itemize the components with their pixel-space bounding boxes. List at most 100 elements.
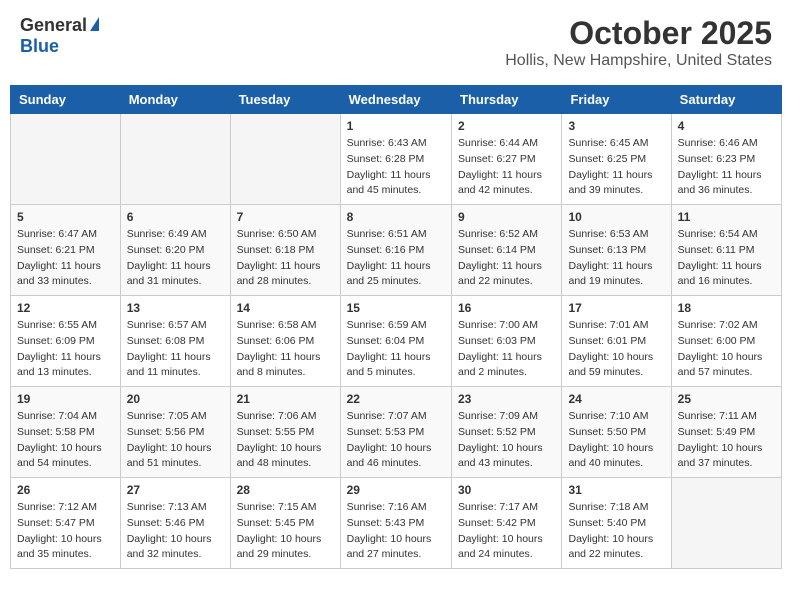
calendar-day-cell: 26Sunrise: 7:12 AM Sunset: 5:47 PM Dayli… <box>11 478 121 569</box>
day-info: Sunrise: 7:13 AM Sunset: 5:46 PM Dayligh… <box>127 500 224 563</box>
calendar-day-cell: 27 Sunrise: 7:13 AM Sunset: 5:46 PM Dayli… <box>120 478 230 569</box>
day-info: Sunrise: 6:54 AM Sunset: 6:11 PM Dayligh… <box>678 227 775 290</box>
calendar-day-cell: 21 Sunrise: 7:06 AM Sunset: 5:55 PM Dayli… <box>230 387 340 478</box>
day-number: 26 <box>17 483 114 497</box>
day-number: 4 <box>678 119 775 133</box>
day-number: 18 <box>678 301 775 315</box>
calendar-header-row: SundayMondayTuesdayWednesdayThursdayFrid… <box>11 86 782 114</box>
page-header: General Blue October 2025 Hollis, New Ha… <box>10 10 782 75</box>
weekday-header-wednesday: Wednesday <box>340 86 451 114</box>
weekday-header-tuesday: Tuesday <box>230 86 340 114</box>
calendar-day-cell: 12 Sunrise: 6:55 AM Sunset: 6:09 PM Dayli… <box>11 296 121 387</box>
day-info: Sunrise: 6:44 AM Sunset: 6:27 PM Dayligh… <box>458 136 555 199</box>
calendar-day-cell: 15 Sunrise: 6:59 AM Sunset: 6:04 PM Dayli… <box>340 296 451 387</box>
day-number: 25 <box>678 392 775 406</box>
calendar-day-cell <box>11 114 121 205</box>
calendar-day-cell: 20 Sunrise: 7:05 AM Sunset: 5:56 PM Dayli… <box>120 387 230 478</box>
day-info: Sunrise: 6:53 AM Sunset: 6:13 PM Dayligh… <box>568 227 664 290</box>
calendar-day-cell: 5 Sunrise: 6:47 AM Sunset: 6:21 PM Daylig… <box>11 205 121 296</box>
calendar-day-cell: 29Sunrise: 7:16 AM Sunset: 5:43 PM Dayli… <box>340 478 451 569</box>
day-info: Sunrise: 6:49 AM Sunset: 6:20 PM Dayligh… <box>127 227 224 290</box>
day-info: Sunrise: 6:55 AM Sunset: 6:09 PM Dayligh… <box>17 318 114 381</box>
day-info: Sunrise: 6:58 AM Sunset: 6:06 PM Dayligh… <box>237 318 334 381</box>
calendar-day-cell: 3 Sunrise: 6:45 AM Sunset: 6:25 PM Daylig… <box>562 114 671 205</box>
day-number: 5 <box>17 210 114 224</box>
day-info: Sunrise: 6:50 AM Sunset: 6:18 PM Dayligh… <box>237 227 334 290</box>
day-number: 11 <box>678 210 775 224</box>
weekday-header-friday: Friday <box>562 86 671 114</box>
day-info: Sunrise: 7:01 AM Sunset: 6:01 PM Dayligh… <box>568 318 664 381</box>
title-area: October 2025 Hollis, New Hampshire, Unit… <box>505 15 772 70</box>
weekday-header-saturday: Saturday <box>671 86 781 114</box>
calendar-day-cell: 10 Sunrise: 6:53 AM Sunset: 6:13 PM Dayli… <box>562 205 671 296</box>
day-number: 15 <box>347 301 445 315</box>
day-info: Sunrise: 7:11 AM Sunset: 5:49 PM Dayligh… <box>678 409 775 472</box>
calendar-day-cell: 7 Sunrise: 6:50 AM Sunset: 6:18 PM Daylig… <box>230 205 340 296</box>
weekday-header-thursday: Thursday <box>452 86 562 114</box>
day-info: Sunrise: 7:02 AM Sunset: 6:00 PM Dayligh… <box>678 318 775 381</box>
calendar-day-cell <box>120 114 230 205</box>
day-info: Sunrise: 6:52 AM Sunset: 6:14 PM Dayligh… <box>458 227 555 290</box>
day-number: 13 <box>127 301 224 315</box>
day-number: 24 <box>568 392 664 406</box>
day-info: Sunrise: 7:00 AM Sunset: 6:03 PM Dayligh… <box>458 318 555 381</box>
weekday-header-sunday: Sunday <box>11 86 121 114</box>
calendar-day-cell: 13 Sunrise: 6:57 AM Sunset: 6:08 PM Dayli… <box>120 296 230 387</box>
calendar-week-row: 26Sunrise: 7:12 AM Sunset: 5:47 PM Dayli… <box>11 478 782 569</box>
day-info: Sunrise: 6:57 AM Sunset: 6:08 PM Dayligh… <box>127 318 224 381</box>
day-info: Sunrise: 7:10 AM Sunset: 5:50 PM Dayligh… <box>568 409 664 472</box>
day-info: Sunrise: 6:47 AM Sunset: 6:21 PM Dayligh… <box>17 227 114 290</box>
day-info: Sunrise: 7:05 AM Sunset: 5:56 PM Dayligh… <box>127 409 224 472</box>
day-number: 10 <box>568 210 664 224</box>
month-title: October 2025 <box>505 15 772 52</box>
calendar-day-cell: 16 Sunrise: 7:00 AM Sunset: 6:03 PM Dayli… <box>452 296 562 387</box>
logo-triangle-icon <box>90 17 99 31</box>
day-number: 20 <box>127 392 224 406</box>
logo-general-text: General <box>20 15 87 36</box>
calendar-day-cell <box>230 114 340 205</box>
day-number: 22 <box>347 392 445 406</box>
calendar-day-cell: 9 Sunrise: 6:52 AM Sunset: 6:14 PM Daylig… <box>452 205 562 296</box>
logo-blue-text: Blue <box>20 36 59 56</box>
calendar-week-row: 1 Sunrise: 6:43 AM Sunset: 6:28 PM Daylig… <box>11 114 782 205</box>
day-number: 2 <box>458 119 555 133</box>
day-number: 1 <box>347 119 445 133</box>
day-number: 23 <box>458 392 555 406</box>
calendar-day-cell: 11 Sunrise: 6:54 AM Sunset: 6:11 PM Dayli… <box>671 205 781 296</box>
calendar-day-cell <box>671 478 781 569</box>
day-number: 16 <box>458 301 555 315</box>
day-number: 7 <box>237 210 334 224</box>
day-info: Sunrise: 7:04 AM Sunset: 5:58 PM Dayligh… <box>17 409 114 472</box>
day-info: Sunrise: 6:51 AM Sunset: 6:16 PM Dayligh… <box>347 227 445 290</box>
day-number: 29 <box>347 483 445 497</box>
calendar-day-cell: 28 Sunrise: 7:15 AM Sunset: 5:45 PM Dayli… <box>230 478 340 569</box>
calendar-day-cell: 8 Sunrise: 6:51 AM Sunset: 6:16 PM Daylig… <box>340 205 451 296</box>
day-info: Sunrise: 7:15 AM Sunset: 5:45 PM Dayligh… <box>237 500 334 563</box>
day-info: Sunrise: 6:59 AM Sunset: 6:04 PM Dayligh… <box>347 318 445 381</box>
calendar-day-cell: 23 Sunrise: 7:09 AM Sunset: 5:52 PM Dayli… <box>452 387 562 478</box>
logo: General Blue <box>20 15 99 57</box>
calendar-day-cell: 19Sunrise: 7:04 AM Sunset: 5:58 PM Dayli… <box>11 387 121 478</box>
calendar-day-cell: 31Sunrise: 7:18 AM Sunset: 5:40 PM Dayli… <box>562 478 671 569</box>
day-number: 9 <box>458 210 555 224</box>
day-info: Sunrise: 6:43 AM Sunset: 6:28 PM Dayligh… <box>347 136 445 199</box>
day-number: 30 <box>458 483 555 497</box>
calendar-day-cell: 6Sunrise: 6:49 AM Sunset: 6:20 PM Daylig… <box>120 205 230 296</box>
day-number: 8 <box>347 210 445 224</box>
day-info: Sunrise: 7:06 AM Sunset: 5:55 PM Dayligh… <box>237 409 334 472</box>
calendar-day-cell: 14Sunrise: 6:58 AM Sunset: 6:06 PM Dayli… <box>230 296 340 387</box>
calendar-day-cell: 2 Sunrise: 6:44 AM Sunset: 6:27 PM Daylig… <box>452 114 562 205</box>
calendar-day-cell: 1 Sunrise: 6:43 AM Sunset: 6:28 PM Daylig… <box>340 114 451 205</box>
day-number: 3 <box>568 119 664 133</box>
day-info: Sunrise: 6:46 AM Sunset: 6:23 PM Dayligh… <box>678 136 775 199</box>
day-info: Sunrise: 6:45 AM Sunset: 6:25 PM Dayligh… <box>568 136 664 199</box>
day-number: 27 <box>127 483 224 497</box>
day-number: 12 <box>17 301 114 315</box>
day-info: Sunrise: 7:09 AM Sunset: 5:52 PM Dayligh… <box>458 409 555 472</box>
calendar-day-cell: 24 Sunrise: 7:10 AM Sunset: 5:50 PM Dayli… <box>562 387 671 478</box>
day-number: 21 <box>237 392 334 406</box>
day-number: 28 <box>237 483 334 497</box>
calendar-day-cell: 17Sunrise: 7:01 AM Sunset: 6:01 PM Dayli… <box>562 296 671 387</box>
calendar-week-row: 5 Sunrise: 6:47 AM Sunset: 6:21 PM Daylig… <box>11 205 782 296</box>
day-info: Sunrise: 7:17 AM Sunset: 5:42 PM Dayligh… <box>458 500 555 563</box>
